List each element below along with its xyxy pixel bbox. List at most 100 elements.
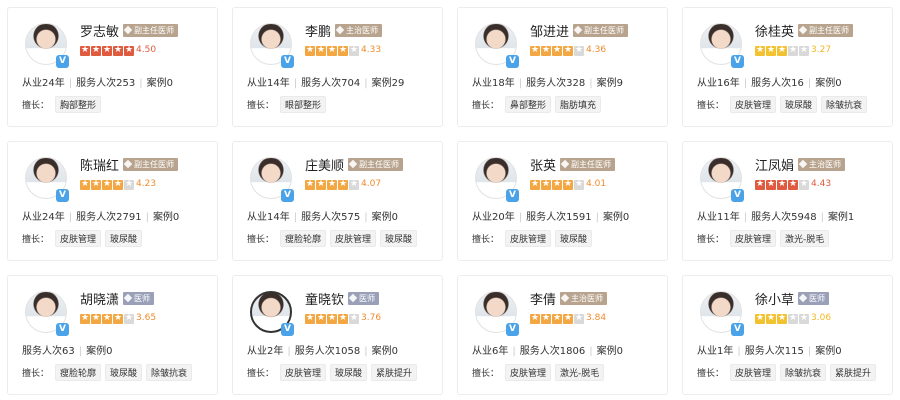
- doctor-card[interactable]: V 邹进进 副主任医师 4.36 从业18年|服务人次328|案例9 擅长：鼻部…: [457, 7, 668, 127]
- doctor-name: 胡晓潇: [80, 293, 120, 308]
- stat-item: 从业11年: [697, 212, 740, 223]
- skill-tag[interactable]: 皮肤管理: [730, 364, 777, 381]
- stat-divider: |: [293, 78, 298, 89]
- doctor-card[interactable]: V 徐小草 医师 3.06 从业1年|服务人次115|案例0 擅长：皮肤管理除皱…: [682, 275, 893, 395]
- star-icon: [574, 179, 584, 190]
- star-icon: [102, 179, 112, 190]
- doctor-skills: 擅长： 瘦脸轮廓 皮肤管理 玻尿酸: [247, 230, 418, 247]
- skills-label: 擅长：: [472, 101, 500, 111]
- doctor-card[interactable]: V 徐桂英 副主任医师 3.27 从业16年|服务人次16|案例0 擅长：皮肤管…: [682, 7, 893, 127]
- skill-tag[interactable]: 瘦脸轮廓: [55, 364, 102, 381]
- star-icon: [327, 45, 337, 56]
- skill-tag[interactable]: 紧肤提升: [830, 364, 877, 381]
- doctor-stats: 从业24年 | 服务人次253 | 案例0: [22, 74, 173, 89]
- skills-label: 擅长：: [697, 235, 725, 245]
- skill-tag[interactable]: 玻尿酸: [330, 364, 368, 381]
- verified-icon: V: [56, 189, 69, 202]
- star-icon: [766, 313, 776, 324]
- skill-tag[interactable]: 皮肤管理: [730, 230, 777, 247]
- star-icon: [563, 313, 573, 324]
- star-icon: [316, 45, 326, 56]
- doctor-skills: 擅长： 鼻部整形 脂肪填充: [472, 96, 602, 113]
- stat-item: 从业20年: [472, 212, 515, 223]
- star-icon: [530, 45, 540, 56]
- stat-divider: |: [512, 346, 516, 357]
- stat-divider: |: [364, 212, 368, 223]
- stat-divider: |: [364, 346, 368, 357]
- skills-label: 擅长：: [697, 101, 725, 111]
- doctor-stats: 从业11年 | 服务人次5948 | 案例1: [697, 208, 854, 223]
- doctor-name: 张英: [530, 159, 557, 174]
- doctor-card[interactable]: V 罗志敏 副主任医师 4.50 从业24年|服务人次253|案例0 擅长：胸部…: [7, 7, 218, 127]
- doctor-name: 徐小草: [755, 293, 795, 308]
- star-icon: [113, 179, 123, 190]
- skill-tag[interactable]: 皮肤管理: [730, 96, 777, 113]
- skills-label: 擅长：: [472, 369, 500, 379]
- doctor-card[interactable]: V 胡晓潇 医师 3.65 服务人次63|案例0 擅长： 瘦脸轮廓玻尿酸除皱抗衰: [7, 275, 218, 395]
- skill-tag[interactable]: 皮肤管理: [505, 230, 552, 247]
- doctor-card[interactable]: V 童晓钦 医师 3.76 从业2年|服务人次1058|案例0 擅长：皮肤管理玻…: [232, 275, 443, 395]
- skill-tag[interactable]: 激光-脱毛: [555, 364, 605, 381]
- doctor-card[interactable]: V 庄美顺 副主任医师 4.07 从业14年|服务人次575|案例0 擅长：瘦脸…: [232, 141, 443, 261]
- stat-divider: |: [293, 212, 298, 223]
- stat-item: 从业6年: [472, 346, 509, 357]
- rating-value: 4.33: [361, 45, 382, 55]
- star-icon: [91, 179, 101, 190]
- doctor-skills: 擅长： 皮肤管理 除皱抗衰 紧肤提升: [697, 364, 877, 381]
- doctor-title-badge: 主治医师: [798, 158, 845, 171]
- rating-value: 4.36: [586, 45, 607, 55]
- skill-tag[interactable]: 激光-脱毛: [780, 230, 830, 247]
- skill-tag[interactable]: 除皱抗衰: [780, 364, 827, 381]
- doctor-title-badge: 副主任医师: [560, 158, 615, 171]
- star-icon: [755, 179, 765, 190]
- skill-tag[interactable]: 除皱抗衰: [146, 364, 193, 381]
- skill-tag[interactable]: 玻尿酸: [105, 230, 143, 247]
- skill-tag[interactable]: 玻尿酸: [780, 96, 818, 113]
- doctor-skills: 擅长： 胸部整形: [22, 96, 102, 113]
- skill-tag[interactable]: 皮肤管理: [280, 364, 327, 381]
- skill-tag[interactable]: 玻尿酸: [555, 230, 593, 247]
- doctor-name: 李倩: [530, 293, 557, 308]
- verified-icon: V: [731, 189, 744, 202]
- skills-label: 擅长：: [22, 369, 50, 379]
- star-icon: [349, 179, 359, 190]
- verified-icon: V: [506, 323, 519, 336]
- star-rating: [530, 179, 584, 190]
- skill-tag[interactable]: 玻尿酸: [105, 364, 143, 381]
- skill-tag[interactable]: 皮肤管理: [505, 364, 552, 381]
- skill-tag[interactable]: 玻尿酸: [380, 230, 418, 247]
- star-icon: [305, 313, 315, 324]
- star-icon: [788, 313, 798, 324]
- doctor-card[interactable]: V 李鹏 主治医师 4.33 从业14年|服务人次704|案例29 擅长：眼部整…: [232, 7, 443, 127]
- skill-tag[interactable]: 脂肪填充: [555, 96, 602, 113]
- skills-label: 擅长：: [697, 369, 725, 379]
- rating-value: 4.23: [136, 179, 157, 189]
- star-icon: [777, 179, 787, 190]
- stat-divider: |: [737, 346, 741, 357]
- skill-tag[interactable]: 瘦脸轮廓: [280, 230, 327, 247]
- skills-label: 擅长：: [22, 235, 50, 245]
- star-icon: [777, 313, 787, 324]
- rating-value: 3.65: [136, 313, 157, 323]
- doctor-card[interactable]: V 陈瑞红 副主任医师 4.23 从业24年|服务人次2791|案例0 擅长：皮…: [7, 141, 218, 261]
- skill-tag[interactable]: 紧肤提升: [371, 364, 418, 381]
- doctor-card[interactable]: V 江凤娟 主治医师 4.43 从业11年|服务人次5948|案例1 擅长：皮肤…: [682, 141, 893, 261]
- skill-tag[interactable]: 皮肤管理: [55, 230, 102, 247]
- doctor-title-badge: 副主任医师: [123, 24, 178, 37]
- skill-tag[interactable]: 眼部整形: [280, 96, 327, 113]
- skill-tag[interactable]: 鼻部整形: [505, 96, 552, 113]
- rating-value: 4.07: [361, 179, 382, 189]
- verified-icon: V: [281, 55, 294, 68]
- stat-item: 案例0: [152, 212, 180, 223]
- verified-icon: V: [506, 55, 519, 68]
- verified-icon: V: [56, 323, 69, 336]
- skill-tag[interactable]: 胸部整形: [55, 96, 102, 113]
- doctor-card[interactable]: V 李倩 主治医师 3.84 从业6年|服务人次1806|案例0 擅长：皮肤管理…: [457, 275, 668, 395]
- skill-tag[interactable]: 皮肤管理: [330, 230, 377, 247]
- stat-divider: |: [139, 78, 143, 89]
- rating-value: 3.06: [811, 313, 832, 323]
- doctor-card[interactable]: V 张英 副主任医师 4.01 从业20年|服务人次1591|案例0 擅长：皮肤…: [457, 141, 668, 261]
- skill-tag[interactable]: 除皱抗衰: [821, 96, 868, 113]
- stat-item: 从业18年: [472, 78, 515, 89]
- stat-item: 案例0: [815, 78, 842, 89]
